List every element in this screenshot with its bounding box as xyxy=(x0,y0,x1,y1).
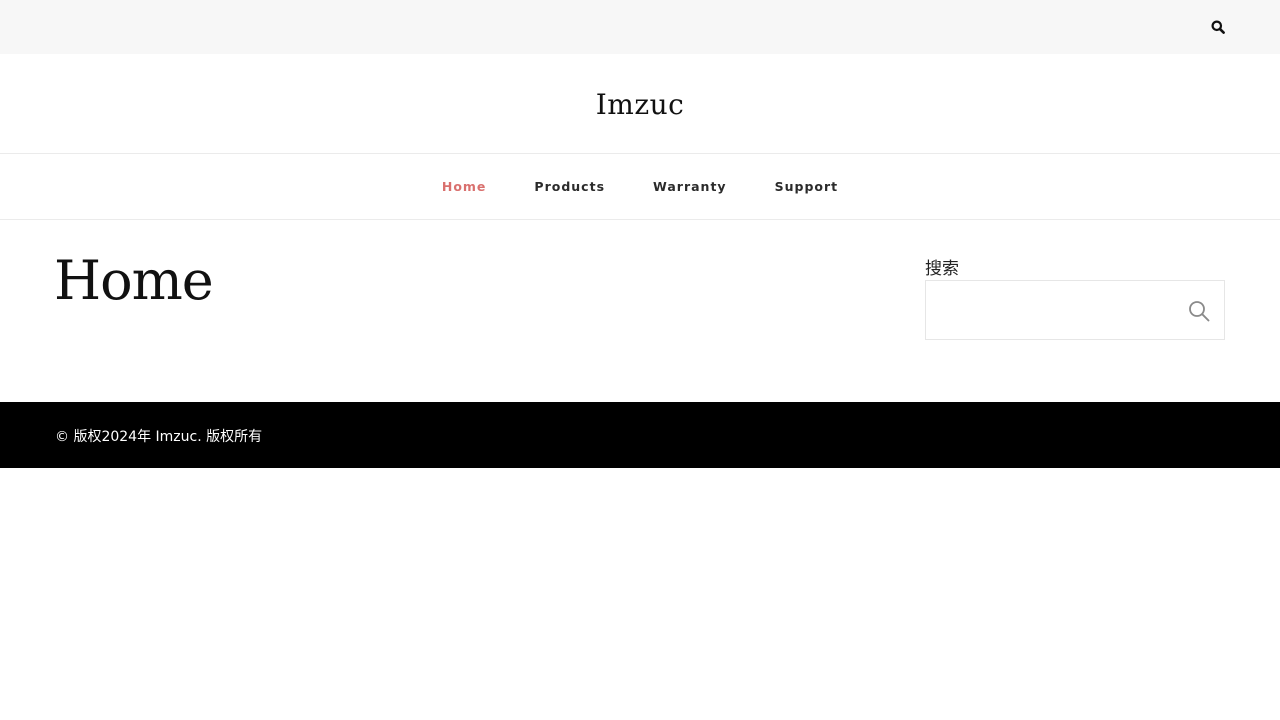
search-submit-button[interactable] xyxy=(1186,298,1212,324)
top-bar xyxy=(0,0,1280,54)
main-navigation: Home Products Warranty Support xyxy=(0,154,1280,220)
search-icon xyxy=(1189,301,1210,322)
nav-item-support[interactable]: Support xyxy=(775,179,839,194)
site-title[interactable]: Imzuc xyxy=(596,88,685,121)
nav-item-warranty[interactable]: Warranty xyxy=(653,179,727,194)
search-icon xyxy=(1211,20,1225,34)
nav-item-home[interactable]: Home xyxy=(442,179,487,194)
search-input[interactable] xyxy=(926,281,1166,339)
site-footer: © 版权2024年 Imzuc. 版权所有 xyxy=(0,402,1280,468)
search-widget xyxy=(925,280,1225,340)
site-header: Imzuc xyxy=(0,54,1280,154)
nav-item-products[interactable]: Products xyxy=(534,179,605,194)
page-title: Home xyxy=(54,249,214,312)
copyright-text: © 版权2024年 Imzuc. 版权所有 xyxy=(55,429,263,445)
search-widget-label: 搜索 xyxy=(925,259,959,279)
top-search-button[interactable] xyxy=(1208,17,1228,37)
